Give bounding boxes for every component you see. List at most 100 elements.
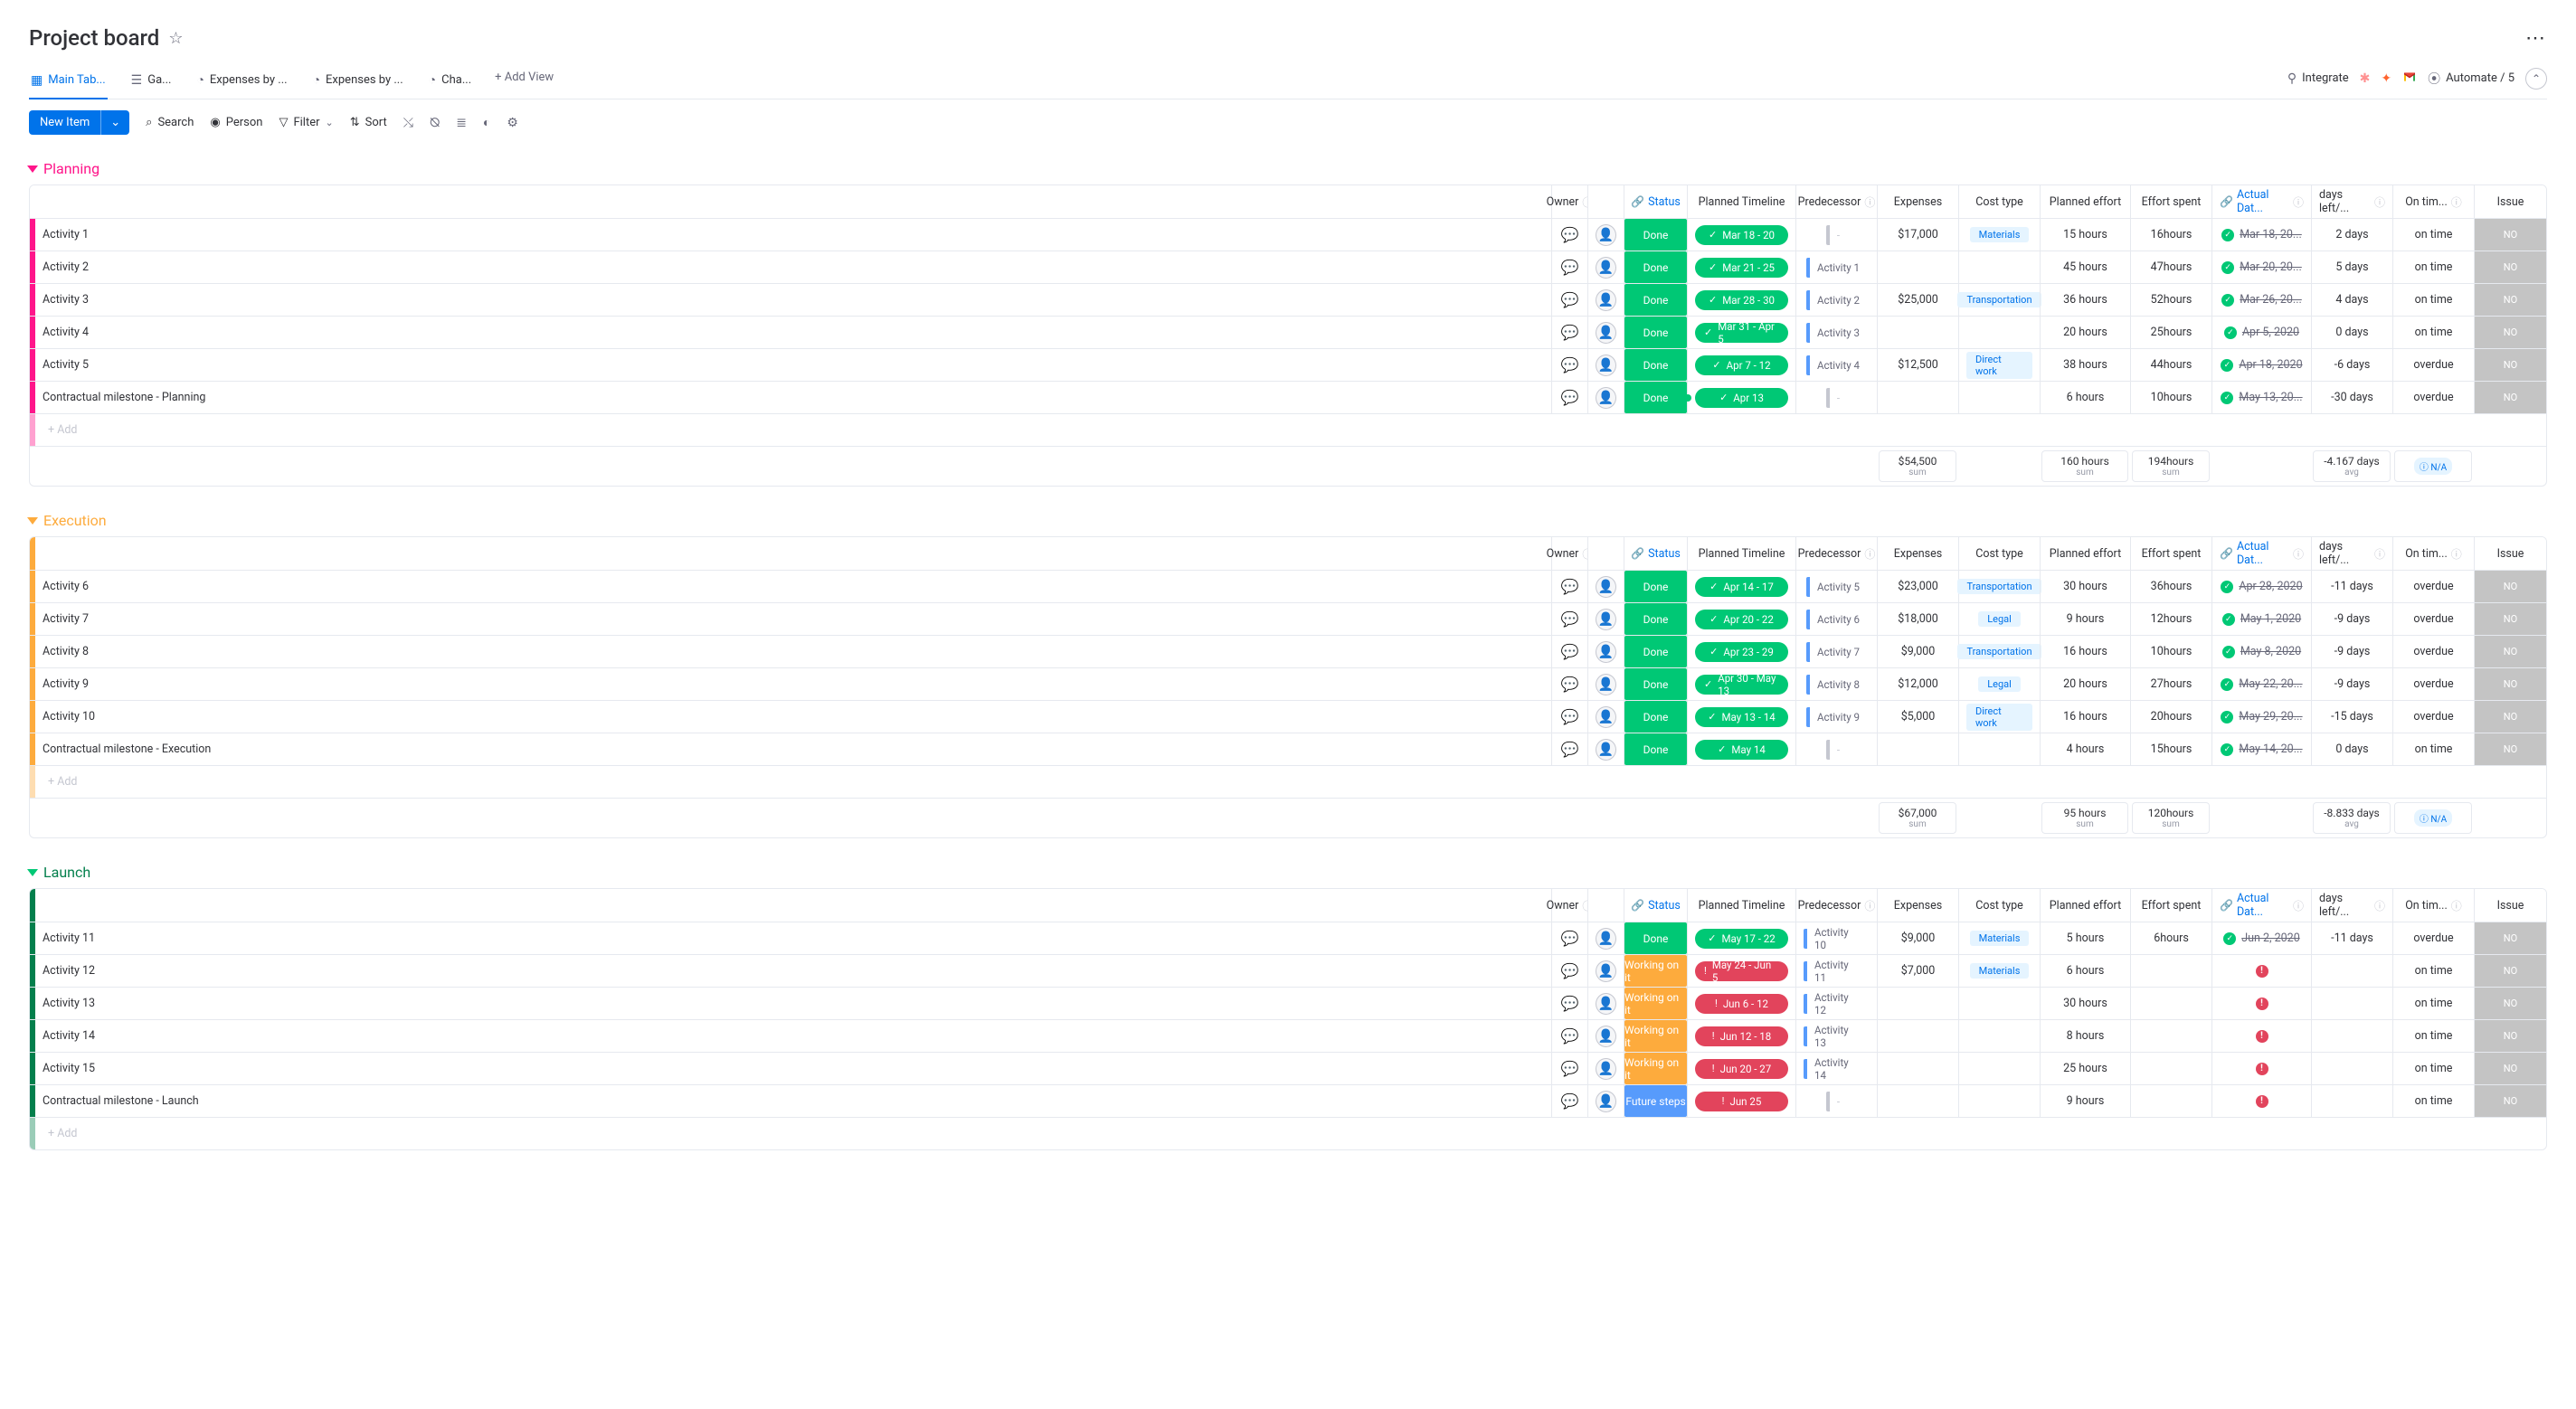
col-cost-type[interactable]: Cost type bbox=[1958, 185, 2040, 218]
issue-cell[interactable]: NO bbox=[2474, 349, 2546, 381]
group-header[interactable]: Execution bbox=[29, 512, 2547, 529]
timeline-cell[interactable]: ✓Mar 18 - 20 bbox=[1687, 219, 1795, 251]
on-time-cell[interactable]: on time bbox=[2392, 733, 2474, 765]
issue-cell[interactable]: NO bbox=[2474, 317, 2546, 348]
item-name[interactable]: Activity 11 bbox=[35, 922, 1551, 954]
sort-button[interactable]: ⇅Sort bbox=[350, 116, 387, 129]
owner-cell[interactable]: 👤 bbox=[1587, 955, 1624, 987]
item-name[interactable]: Activity 3 bbox=[35, 284, 1551, 316]
expenses-cell[interactable] bbox=[1877, 1020, 1958, 1052]
timeline-cell[interactable]: ✓Mar 31 - Apr 5 bbox=[1687, 317, 1795, 348]
table-row[interactable]: Activity 9 💬 👤 Done ✓Apr 30 - May 13 Act… bbox=[30, 667, 2546, 700]
issue-cell[interactable]: NO bbox=[2474, 382, 2546, 413]
search-button[interactable]: ⌕Search bbox=[146, 116, 194, 129]
tab-chart[interactable]: ◔ Cha... bbox=[427, 67, 473, 99]
integration-icon-2[interactable]: ✦ bbox=[2381, 71, 2391, 86]
days-left-cell[interactable]: 5 days bbox=[2311, 251, 2392, 283]
owner-cell[interactable]: 👤 bbox=[1587, 251, 1624, 283]
on-time-cell[interactable]: overdue bbox=[2392, 636, 2474, 667]
conversation-button[interactable]: 💬 bbox=[1551, 922, 1587, 954]
table-row[interactable]: Contractual milestone - Execution 💬 👤 Do… bbox=[30, 733, 2546, 765]
timeline-cell[interactable]: ✓May 13 - 14 bbox=[1687, 701, 1795, 733]
days-left-cell[interactable] bbox=[2311, 1020, 2392, 1052]
timeline-cell[interactable]: ✓Mar 28 - 30 bbox=[1687, 284, 1795, 316]
cost-type-pill[interactable]: Transportation bbox=[1957, 644, 2041, 659]
on-time-cell[interactable]: overdue bbox=[2392, 922, 2474, 954]
timeline-cell[interactable]: ✓Apr 13 bbox=[1687, 382, 1795, 413]
cost-type-pill[interactable]: Direct work bbox=[1966, 352, 2032, 379]
table-row[interactable]: Activity 4 💬 👤 Done ✓Mar 31 - Apr 5 Acti… bbox=[30, 316, 2546, 348]
predecessor-chip[interactable]: Activity 7 bbox=[1806, 642, 1867, 662]
predecessor-chip[interactable]: Activity 6 bbox=[1806, 610, 1867, 629]
col-timeline[interactable]: Planned Timeline bbox=[1687, 889, 1795, 922]
table-row[interactable]: Activity 3 💬 👤 Done ✓Mar 28 - 30 Activit… bbox=[30, 283, 2546, 316]
group-title[interactable]: Launch bbox=[43, 864, 90, 881]
effort-spent-cell[interactable]: 47hours bbox=[2130, 251, 2211, 283]
info-icon[interactable]: ⓘ bbox=[2374, 546, 2385, 562]
timeline-cell[interactable]: ✓Mar 21 - 25 bbox=[1687, 251, 1795, 283]
days-left-cell[interactable]: -6 days bbox=[2311, 349, 2392, 381]
owner-cell[interactable]: 👤 bbox=[1587, 1085, 1624, 1117]
tab-main-table[interactable]: ▦ Main Tab... bbox=[29, 68, 108, 99]
cost-type-pill[interactable]: Materials bbox=[1970, 963, 2030, 979]
table-row[interactable]: Activity 12 💬 👤 Working on it !May 24 - … bbox=[30, 954, 2546, 987]
col-timeline[interactable]: Planned Timeline bbox=[1687, 185, 1795, 218]
issue-cell[interactable]: NO bbox=[2474, 668, 2546, 700]
predecessor-chip[interactable]: Activity 12 bbox=[1804, 994, 1870, 1014]
col-expenses[interactable]: Expenses bbox=[1877, 537, 1958, 570]
predecessor-cell[interactable]: Activity 4 bbox=[1795, 349, 1877, 381]
days-left-cell[interactable] bbox=[2311, 955, 2392, 987]
col-on-time[interactable]: On tim...ⓘ bbox=[2392, 537, 2474, 570]
cost-type-cell[interactable] bbox=[1958, 1053, 2040, 1084]
table-row[interactable]: Activity 6 💬 👤 Done ✓Apr 14 - 17 Activit… bbox=[30, 570, 2546, 602]
owner-cell[interactable]: 👤 bbox=[1587, 571, 1624, 602]
actual-date-cell[interactable]: ✓May 13, 20... bbox=[2211, 382, 2311, 413]
expenses-cell[interactable] bbox=[1877, 382, 1958, 413]
on-time-cell[interactable]: overdue bbox=[2392, 571, 2474, 602]
col-planned-effort[interactable]: Planned effort bbox=[2040, 537, 2130, 570]
timeline-cell[interactable]: !Jun 20 - 27 bbox=[1687, 1053, 1795, 1084]
cost-type-pill[interactable]: Transportation bbox=[1957, 292, 2041, 307]
item-name[interactable]: Activity 8 bbox=[35, 636, 1551, 667]
new-item-button[interactable]: New Item ⌄ bbox=[29, 110, 129, 135]
planned-effort-cell[interactable]: 30 hours bbox=[2040, 988, 2130, 1019]
item-name[interactable]: Contractual milestone - Execution bbox=[35, 733, 1551, 765]
item-name[interactable]: Activity 6 bbox=[35, 571, 1551, 602]
issue-cell[interactable]: NO bbox=[2474, 636, 2546, 667]
days-left-cell[interactable]: 2 days bbox=[2311, 219, 2392, 251]
conversation-button[interactable]: 💬 bbox=[1551, 349, 1587, 381]
item-name[interactable]: Activity 1 bbox=[35, 219, 1551, 251]
col-status[interactable]: 🔗Status bbox=[1624, 537, 1687, 570]
info-icon[interactable]: ⓘ bbox=[2451, 898, 2462, 913]
issue-cell[interactable]: NO bbox=[2474, 1085, 2546, 1117]
planned-effort-cell[interactable]: 4 hours bbox=[2040, 733, 2130, 765]
actual-date-cell[interactable]: ✓May 22, 20... bbox=[2211, 668, 2311, 700]
actual-date-cell[interactable]: ✓May 29, 20... bbox=[2211, 701, 2311, 733]
effort-spent-cell[interactable] bbox=[2130, 1020, 2211, 1052]
conversation-button[interactable]: 💬 bbox=[1551, 382, 1587, 413]
expenses-cell[interactable] bbox=[1877, 317, 1958, 348]
cost-type-cell[interactable] bbox=[1958, 1085, 2040, 1117]
effort-spent-cell[interactable]: 25hours bbox=[2130, 317, 2211, 348]
col-expenses[interactable]: Expenses bbox=[1877, 185, 1958, 218]
info-icon[interactable]: ⓘ bbox=[2374, 194, 2385, 210]
cost-type-cell[interactable]: Materials bbox=[1958, 955, 2040, 987]
conversation-button[interactable]: 💬 bbox=[1551, 571, 1587, 602]
info-icon[interactable]: ⓘ bbox=[2451, 546, 2462, 562]
info-icon[interactable]: ⓘ bbox=[2451, 194, 2462, 210]
status-cell[interactable]: Done bbox=[1624, 284, 1687, 316]
issue-cell[interactable]: NO bbox=[2474, 733, 2546, 765]
info-icon[interactable]: ⓘ bbox=[2293, 194, 2304, 210]
predecessor-cell[interactable]: Activity 12 bbox=[1795, 988, 1877, 1019]
planned-effort-cell[interactable]: 15 hours bbox=[2040, 219, 2130, 251]
more-menu-icon[interactable]: ⋯ bbox=[2525, 27, 2547, 50]
effort-spent-cell[interactable]: 20hours bbox=[2130, 701, 2211, 733]
issue-cell[interactable]: NO bbox=[2474, 571, 2546, 602]
days-left-cell[interactable] bbox=[2311, 1053, 2392, 1084]
cost-type-pill[interactable]: Materials bbox=[1970, 931, 2030, 946]
planned-effort-cell[interactable]: 8 hours bbox=[2040, 1020, 2130, 1052]
conversation-button[interactable]: 💬 bbox=[1551, 284, 1587, 316]
effort-spent-cell[interactable] bbox=[2130, 988, 2211, 1019]
issue-cell[interactable]: NO bbox=[2474, 603, 2546, 635]
predecessor-chip[interactable]: Activity 1 bbox=[1806, 258, 1867, 278]
